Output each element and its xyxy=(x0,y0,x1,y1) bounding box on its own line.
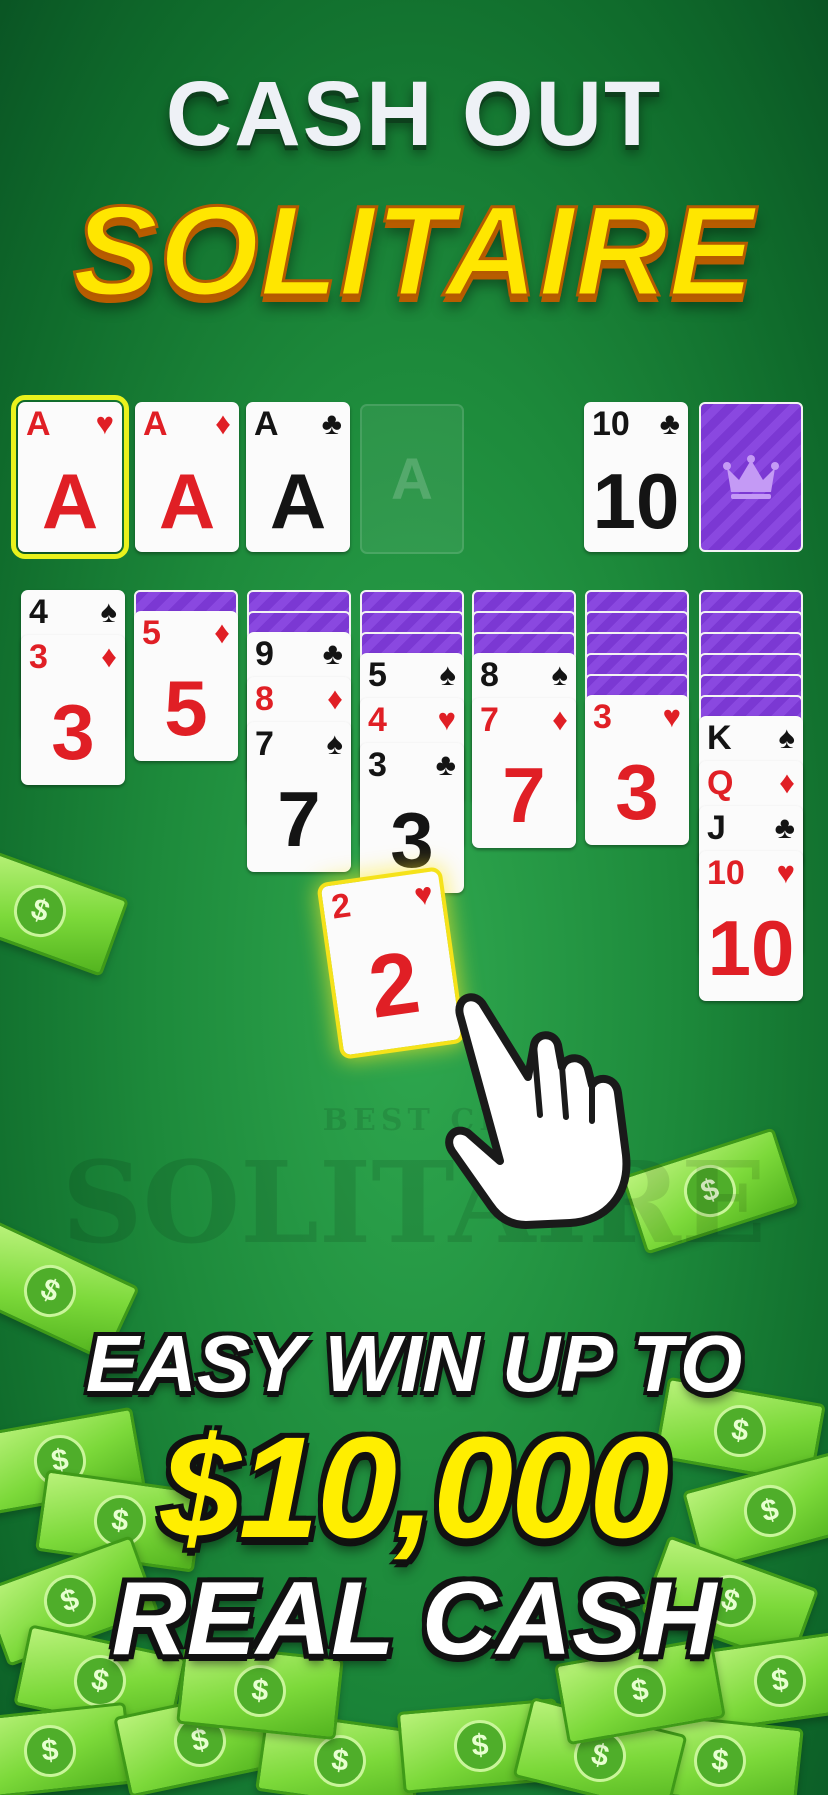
card-rank: 3 xyxy=(368,746,387,784)
card-center-rank: 10 xyxy=(592,457,680,545)
heart-icon: ♥ xyxy=(437,702,456,737)
diamond-icon: ♦ xyxy=(215,406,231,441)
card-rank: 5 xyxy=(142,614,161,652)
tableau-card[interactable]: 3 ♥ 3 xyxy=(585,695,689,845)
club-icon: ♣ xyxy=(435,747,456,782)
diamond-icon: ♦ xyxy=(101,639,117,674)
dollar-icon: $ xyxy=(310,1731,370,1791)
dollar-icon: $ xyxy=(21,1722,79,1780)
card-rank: 7 xyxy=(480,701,499,739)
card-rank: 10 xyxy=(592,405,630,443)
headline-solitaire: SOLITAIRE xyxy=(71,179,756,325)
diamond-icon: ♦ xyxy=(214,615,230,650)
heart-icon: ♥ xyxy=(662,699,681,734)
card-center-rank: A xyxy=(41,457,99,545)
app-screen: $ $ $ $ $ $ $ $ $ $ $ $ $ $ $ $ $ $ $ CASH OUT SOLITAIRE B… xyxy=(0,0,828,1795)
card-center-rank: 3 xyxy=(615,748,659,836)
tableau-card[interactable]: 10 ♥ 10 xyxy=(699,851,803,1001)
promo-real-cash: REAL CASH xyxy=(111,1561,717,1677)
card-center-rank: A xyxy=(269,457,327,545)
card-rank: A xyxy=(254,405,279,443)
spade-icon: ♠ xyxy=(551,657,568,692)
card-center-rank: 7 xyxy=(502,751,546,839)
club-icon: ♣ xyxy=(774,810,795,845)
diamond-icon: ♦ xyxy=(779,765,795,800)
promo-easy-win: EASY WIN UP TO xyxy=(85,1319,743,1408)
money-bill: $ xyxy=(0,1701,134,1795)
foundation-pile-hearts[interactable]: A ♥ A xyxy=(11,395,129,559)
dollar-icon: $ xyxy=(451,1717,509,1775)
placeholder-label: A xyxy=(391,446,433,512)
card-rank: 4 xyxy=(29,593,48,631)
card-rank: 9 xyxy=(255,635,274,673)
card-rank: 4 xyxy=(368,701,387,739)
watermark-tagline: BEST CL xyxy=(322,1103,506,1138)
club-icon: ♣ xyxy=(321,406,342,441)
tableau-card[interactable]: 3 ♦ 3 xyxy=(21,635,125,785)
spade-icon: ♠ xyxy=(439,657,456,692)
dollar-icon: $ xyxy=(691,1732,749,1790)
card-rank: 5 xyxy=(368,656,387,694)
tableau-card[interactable]: 7 ♠ 7 xyxy=(247,722,351,872)
spade-icon: ♠ xyxy=(100,594,117,629)
card-center-rank: A xyxy=(158,457,216,545)
headline-cash-out: CASH OUT xyxy=(165,63,663,165)
hand-pointer-icon xyxy=(445,993,631,1229)
heart-icon: ♥ xyxy=(95,406,114,441)
heart-icon: ♥ xyxy=(776,855,795,890)
card-rank: 7 xyxy=(255,725,274,763)
card-rank: K xyxy=(707,719,732,757)
card-rank: 3 xyxy=(593,698,612,736)
tableau-card[interactable]: 3 ♣ 3 xyxy=(360,743,464,893)
waste-pile[interactable]: 10 ♣ 10 xyxy=(584,402,688,552)
dollar-icon: $ xyxy=(6,877,74,945)
heart-icon: ♥ xyxy=(412,875,436,913)
crown-icon xyxy=(723,455,779,499)
foundation-pile-diamonds[interactable]: A ♦ A xyxy=(135,402,239,552)
card-rank: 10 xyxy=(707,854,745,892)
card-rank: 8 xyxy=(255,680,274,718)
card-rank: Q xyxy=(707,764,734,802)
card-rank: 2 xyxy=(329,886,354,927)
card-center-rank: 10 xyxy=(707,904,795,992)
diamond-icon: ♦ xyxy=(552,702,568,737)
card-rank: A xyxy=(143,405,168,443)
card-center-rank: 5 xyxy=(164,664,208,752)
card-rank: 3 xyxy=(29,638,48,676)
tableau-card[interactable]: 7 ♦ 7 xyxy=(472,698,576,848)
money-bill: $ xyxy=(0,845,130,977)
watermark-logo: SOLITAIRE xyxy=(61,1138,767,1269)
spade-icon: ♠ xyxy=(326,726,343,761)
diamond-icon: ♦ xyxy=(327,681,343,716)
card-center-rank: 7 xyxy=(277,775,321,863)
tableau-card[interactable]: 5 ♦ 5 xyxy=(134,611,238,761)
spade-icon: ♠ xyxy=(778,720,795,755)
club-icon: ♣ xyxy=(322,636,343,671)
card-center-rank: 3 xyxy=(390,796,434,884)
card-rank: J xyxy=(707,809,726,847)
card-rank: A xyxy=(26,405,51,443)
stock-pile[interactable] xyxy=(699,402,803,552)
card-center-rank: 3 xyxy=(51,688,95,776)
club-icon: ♣ xyxy=(659,406,680,441)
foundation-pile-empty[interactable]: A xyxy=(360,404,464,554)
foundation-pile-clubs[interactable]: A ♣ A xyxy=(246,402,350,552)
promo-amount: $10,000 xyxy=(160,1407,670,1568)
card-rank: 8 xyxy=(480,656,499,694)
